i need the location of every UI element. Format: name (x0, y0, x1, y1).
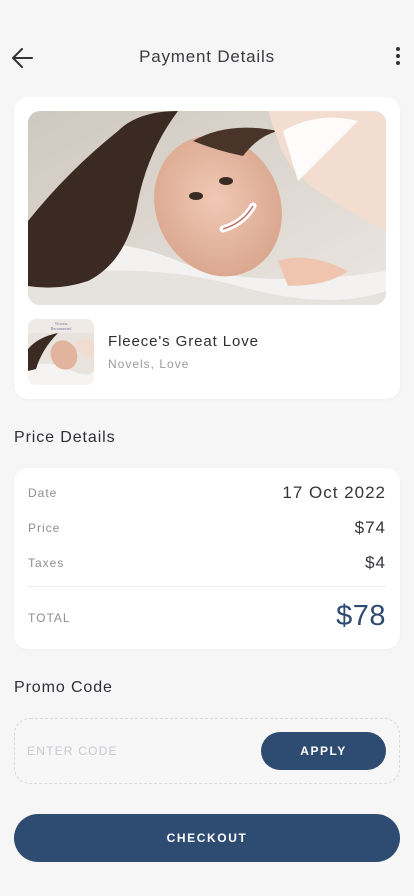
promo-code-box: APPLY (14, 718, 400, 784)
price-label: Price (28, 521, 61, 535)
book-genre: Novels, Love (108, 357, 190, 371)
book-thumbnail: Victoria Reconnected (28, 319, 94, 385)
price-details-heading: Price Details (14, 429, 116, 446)
date-value: 17 Oct 2022 (282, 483, 386, 502)
total-label: TOTAL (28, 611, 71, 625)
page-title: Payment Details (139, 47, 275, 66)
taxes-value: $4 (365, 553, 386, 572)
price-details-card: Date 17 Oct 2022 Price $74 Taxes $4 TOTA… (14, 468, 400, 649)
book-title: Fleece's Great Love (108, 333, 259, 350)
book-cover-hero-image (28, 111, 386, 305)
promo-code-input[interactable] (27, 739, 247, 763)
more-vertical-icon (390, 47, 406, 65)
promo-code-heading: Promo Code (14, 679, 113, 696)
apply-button[interactable]: APPLY (261, 732, 386, 770)
checkout-button[interactable]: CHECKOUT (14, 814, 400, 862)
book-card[interactable]: Victoria Reconnected Fleece's Great Love… (14, 97, 400, 399)
more-options-button[interactable] (390, 44, 406, 72)
total-value: $78 (336, 600, 386, 632)
date-label: Date (28, 486, 58, 500)
price-divider (28, 586, 386, 587)
svg-text:Reconnected: Reconnected (51, 326, 72, 331)
taxes-label: Taxes (28, 556, 65, 570)
price-value: $74 (354, 518, 386, 537)
